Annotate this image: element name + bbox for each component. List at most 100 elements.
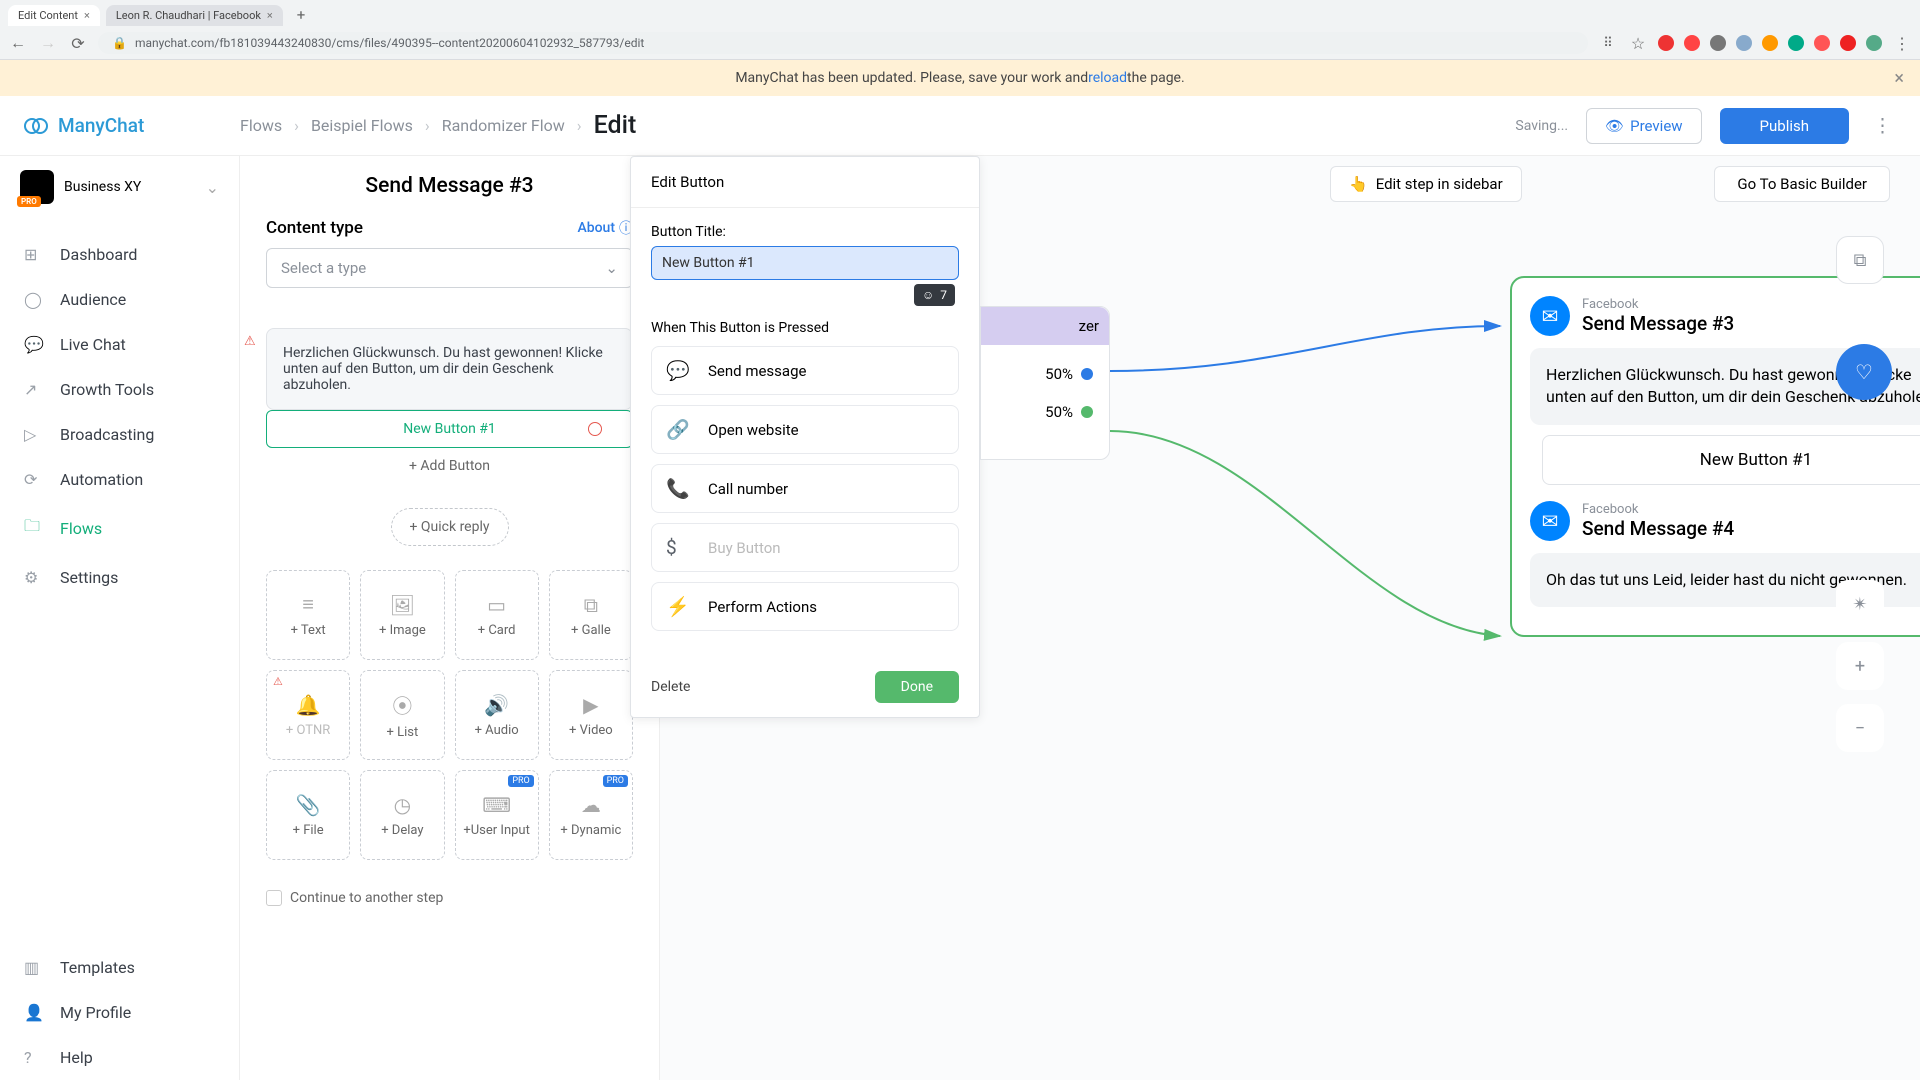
breadcrumb-current: Edit <box>594 111 637 140</box>
sidebar-item-growth-tools[interactable]: ↗Growth Tools <box>0 367 239 412</box>
message-textarea[interactable]: Herzlichen Glückwunsch. Du hast gewonnen… <box>266 328 633 410</box>
edit-step-pill[interactable]: 👆 Edit step in sidebar <box>1330 166 1522 202</box>
extension-icon[interactable] <box>1736 35 1752 51</box>
button-label: New Button #1 <box>403 421 496 437</box>
sidebar-item-my-profile[interactable]: 👤My Profile <box>0 990 239 1035</box>
extension-icon[interactable] <box>1788 35 1804 51</box>
block-icon: 🖼 <box>390 593 415 617</box>
checkbox-icon[interactable] <box>266 890 282 906</box>
block-label: +User Input <box>463 823 529 838</box>
block-label: + Dynamic <box>560 823 621 838</box>
close-icon[interactable]: × <box>267 9 273 22</box>
canvas[interactable]: Send Message #3 Content type About ⓘ Sel… <box>240 156 1920 1080</box>
action-icon: 💬 <box>666 359 694 382</box>
content-block-video[interactable]: ▶+ Video <box>549 670 633 760</box>
reload-link[interactable]: reload <box>1088 70 1127 86</box>
zoom-in-icon[interactable]: + <box>1836 642 1884 690</box>
extension-icon[interactable] <box>1684 35 1700 51</box>
action-send-message[interactable]: 💬 Send message <box>651 346 959 395</box>
content-block-dynamic[interactable]: PRO☁+ Dynamic <box>549 770 633 860</box>
button-title-input[interactable] <box>651 246 959 280</box>
publish-button[interactable]: Publish <box>1720 108 1849 144</box>
select-placeholder: Select a type <box>281 259 366 277</box>
breadcrumb-item[interactable]: Beispiel Flows <box>311 116 413 135</box>
extension-icon[interactable] <box>1840 35 1856 51</box>
add-button[interactable]: + Add Button <box>266 448 633 484</box>
content-block-file[interactable]: 📎+ File <box>266 770 350 860</box>
action-open-website[interactable]: 🔗Open website <box>651 405 959 454</box>
randomizer-node[interactable]: zer 50% 50% <box>980 306 1110 460</box>
brand-logo[interactable]: ManyChat <box>22 112 240 140</box>
content-block-list[interactable]: ⦿+ List <box>360 670 444 760</box>
emoji-counter[interactable]: ☺ 7 <box>914 284 955 306</box>
content-block-otnr[interactable]: ⚠🔔+ OTNR <box>266 670 350 760</box>
content-block-userinput[interactable]: PRO⌨+User Input <box>455 770 539 860</box>
sidebar-item-settings[interactable]: ⚙Settings <box>0 555 239 600</box>
sidebar-item-flows[interactable]: 🗀Flows <box>0 502 239 555</box>
overflow-icon[interactable]: ⋮ <box>1867 114 1898 137</box>
magic-icon[interactable]: ✴ <box>1836 580 1884 628</box>
sidebar-item-dashboard[interactable]: ⊞Dashboard <box>0 232 239 277</box>
message-button[interactable]: New Button #1 <box>266 410 633 448</box>
block-label: + Card <box>478 623 516 638</box>
action-call-number[interactable]: 📞Call number <box>651 464 959 513</box>
content-block-image[interactable]: 🖼+ Image <box>360 570 444 660</box>
sidebar-icon: ▥ <box>24 958 44 977</box>
sidebar-item-broadcasting[interactable]: ▷Broadcasting <box>0 412 239 457</box>
add-panel-icon[interactable]: ⧉ <box>1836 236 1884 284</box>
action-label: Send message <box>708 362 806 380</box>
business-selector[interactable]: PRO Business XY ⌄ <box>0 156 239 218</box>
flow-canvas[interactable]: 👆 Edit step in sidebar Go To Basic Build… <box>980 156 1920 1080</box>
sidebar-item-live-chat[interactable]: 💬Live Chat <box>0 322 239 367</box>
sidebar-item-templates[interactable]: ▥Templates <box>0 945 239 990</box>
continue-step[interactable]: Continue to another step <box>266 890 633 906</box>
go-basic-builder[interactable]: Go To Basic Builder <box>1714 166 1890 202</box>
close-banner-icon[interactable]: × <box>1894 68 1904 89</box>
content-block-audio[interactable]: 🔊+ Audio <box>455 670 539 760</box>
browser-tab[interactable]: Leon R. Chaudhari | Facebook × <box>106 5 283 26</box>
breadcrumb-item[interactable]: Flows <box>240 116 282 135</box>
extension-icon[interactable] <box>1658 35 1674 51</box>
browser-tab-active[interactable]: Edit Content × <box>8 5 100 26</box>
branch-b: 50% <box>997 403 1093 421</box>
done-button[interactable]: Done <box>875 671 959 703</box>
action-perform-actions[interactable]: ⚡Perform Actions <box>651 582 959 631</box>
new-tab-button[interactable]: + <box>289 4 314 26</box>
delete-button[interactable]: Delete <box>651 671 690 703</box>
connector-dot-icon[interactable] <box>1081 368 1093 380</box>
zoom-out-icon[interactable]: − <box>1836 704 1884 752</box>
content-block-galle[interactable]: ⧉+ Galle <box>549 570 633 660</box>
target-empty-icon[interactable] <box>588 422 602 436</box>
content-block-delay[interactable]: ◷+ Delay <box>360 770 444 860</box>
about-link[interactable]: About ⓘ <box>577 218 633 238</box>
sidebar-item-automation[interactable]: ⟳Automation <box>0 457 239 502</box>
close-icon[interactable]: × <box>84 9 90 22</box>
breadcrumb-item[interactable]: Randomizer Flow <box>442 116 565 135</box>
block-label: + Audio <box>475 723 519 738</box>
bookmark-icon[interactable]: ☆ <box>1628 34 1648 53</box>
edit-button-popover: Edit Button Button Title: ☺ 7 When This … <box>630 156 980 718</box>
address-bar[interactable]: 🔒 manychat.com/fb181039443240830/cms/fil… <box>98 32 1588 54</box>
preview-button[interactable]: 👁 Preview <box>1586 108 1701 144</box>
platform-label: Facebook <box>1582 502 1734 517</box>
block-icon: ◷ <box>394 793 411 817</box>
content-block-card[interactable]: ▭+ Card <box>455 570 539 660</box>
node-title: Send Message #4 <box>1582 517 1734 540</box>
extension-icon[interactable] <box>1762 35 1778 51</box>
assistant-icon[interactable]: ♡ <box>1836 344 1892 400</box>
content-type-select[interactable]: Select a type ⌄ <box>266 248 633 288</box>
extension-icon[interactable] <box>1814 35 1830 51</box>
avatar-icon[interactable] <box>1866 35 1882 51</box>
content-block-text[interactable]: ≡+ Text <box>266 570 350 660</box>
sidebar-item-help[interactable]: ?Help <box>0 1035 239 1080</box>
block-icon: ☁ <box>581 793 601 817</box>
menu-icon[interactable]: ⋮ <box>1892 34 1912 53</box>
sidebar-item-audience[interactable]: ◯Audience <box>0 277 239 322</box>
connector-dot-icon[interactable] <box>1081 406 1093 418</box>
extension-icon[interactable] <box>1710 35 1726 51</box>
add-quick-reply[interactable]: + Quick reply <box>391 508 509 546</box>
translate-icon[interactable]: ⠿ <box>1598 36 1618 51</box>
back-icon[interactable]: ← <box>8 33 28 53</box>
reload-icon[interactable]: ⟳ <box>68 34 88 53</box>
forward-icon[interactable]: → <box>38 33 58 53</box>
